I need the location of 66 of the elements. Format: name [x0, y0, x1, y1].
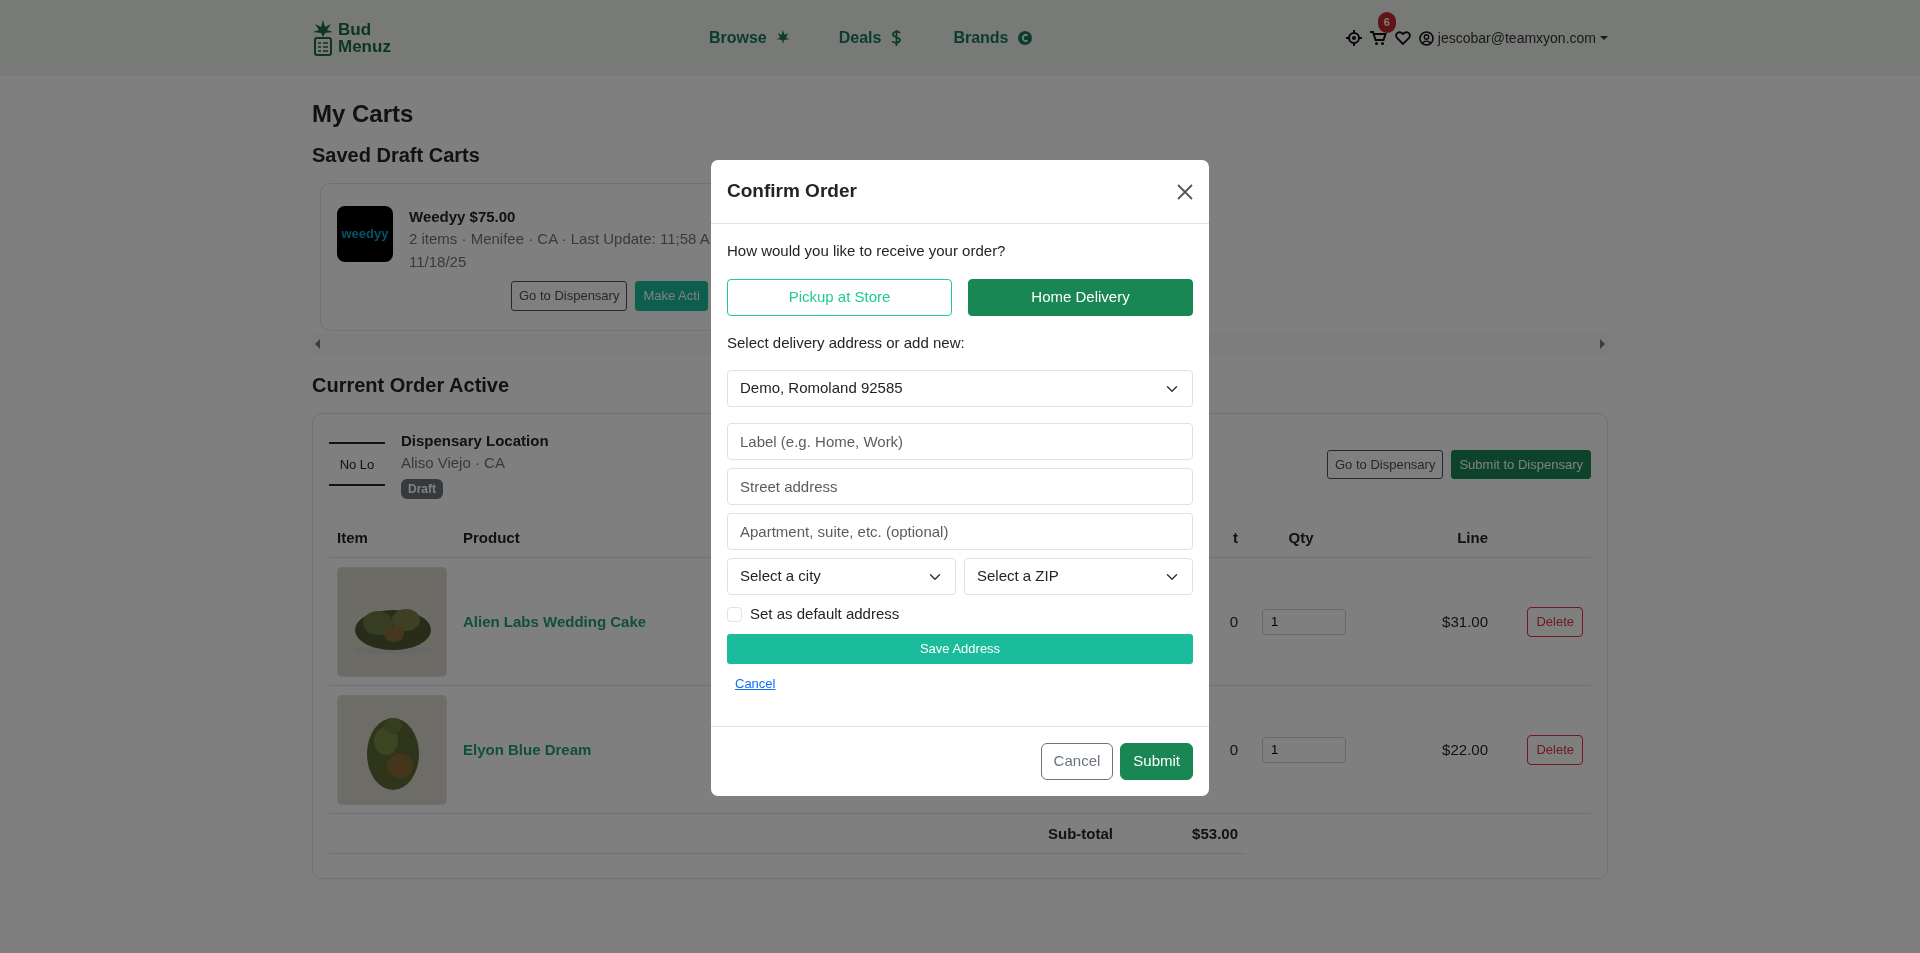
user-icon [1418, 30, 1434, 46]
quantity-field[interactable]: 1 [1262, 736, 1346, 763]
scroll-right-icon[interactable] [1599, 338, 1606, 349]
cart-icon[interactable] [1369, 30, 1387, 46]
delivery-option-button[interactable]: Home Delivery [968, 278, 1193, 316]
input-field[interactable]: Street address [727, 468, 1193, 505]
section-heading: Saved Draft Carts [312, 142, 480, 167]
product-link[interactable]: Alien Labs Wedding Cake [463, 612, 647, 630]
zip-select[interactable]: Select a ZIP [964, 558, 1193, 595]
question-text: How would you like to receive your order? [727, 241, 1007, 261]
line-total: $31.00 [1442, 612, 1488, 630]
user-menu[interactable]: jescobar@teamxyon.com [1418, 27, 1608, 49]
go-to-dispensary-button[interactable]: Go to Dispensary [511, 281, 628, 311]
save-address-button[interactable]: Save Address [727, 633, 1193, 664]
cancel-button[interactable]: Cancel [1040, 743, 1114, 780]
address-select[interactable]: Demo, Romoland 92585 [727, 370, 1193, 407]
default-checkbox[interactable] [727, 606, 742, 622]
location-target-icon[interactable] [1345, 30, 1362, 46]
cart-meta: 2 items · Menifee · CA · Last Update: 11;58 A [409, 229, 710, 250]
column-header: Qty [1288, 528, 1314, 546]
brand-name[interactable]: Menuz [338, 38, 391, 55]
dispensary-name: Dispensary Location [401, 430, 549, 451]
close-icon[interactable] [1177, 183, 1193, 200]
go-to-dispensary-button[interactable]: Go to Dispensary [1327, 449, 1444, 480]
page-title: My Carts [312, 100, 414, 129]
city-select[interactable]: Select a city [727, 558, 956, 595]
nav-link[interactable]: Brands [953, 26, 1033, 50]
column-header: Product [463, 528, 520, 546]
modal-title: Confirm Order [727, 180, 857, 203]
dispensary-location: Aliso Viejo · CA [401, 453, 506, 474]
address-prompt: Select delivery address or add new: [727, 332, 966, 353]
checkbox-label: Set as default address [750, 604, 900, 624]
brand-name[interactable]: Bud [338, 21, 391, 38]
coin-icon [1016, 29, 1033, 47]
brand-logo-icon[interactable] [312, 19, 334, 57]
section-heading: Current Order Active [312, 372, 510, 397]
cart-date: 11/18/25 [409, 251, 468, 272]
store-logo: No Lo [329, 442, 385, 487]
status-badge: Draft [401, 478, 443, 499]
column-header: Item [337, 528, 368, 546]
make-active-button[interactable]: Make Acti [635, 281, 708, 311]
nav-link[interactable]: Deals [838, 26, 906, 50]
scroll-left-icon[interactable] [314, 338, 321, 349]
input-field[interactable]: Apartment, suite, etc. (optional) [727, 513, 1193, 550]
store-logo: weedyy [337, 205, 393, 262]
product-link[interactable]: Elyon Blue Dream [463, 740, 592, 758]
delete-button[interactable]: Delete [1527, 735, 1583, 765]
delete-button[interactable]: Delete [1527, 607, 1583, 637]
table-cell: 0 [1229, 740, 1238, 758]
delivery-option-button[interactable]: Pickup at Store [727, 278, 952, 316]
quantity-field[interactable]: 1 [1262, 608, 1346, 635]
cancel-link[interactable]: Cancel [735, 675, 776, 691]
table-cell: 0 [1229, 612, 1238, 630]
input-field[interactable]: Label (e.g. Home, Work) [727, 423, 1193, 460]
column-header: t [1233, 528, 1238, 546]
heart-icon[interactable] [1394, 30, 1411, 46]
nav-link[interactable]: Browse [708, 26, 791, 50]
column-header: Line [1457, 528, 1488, 546]
submit-to-dispensary-button[interactable]: Submit to Dispensary [1451, 449, 1591, 480]
line-total: $22.00 [1442, 740, 1488, 758]
submit-button[interactable]: Submit [1120, 743, 1193, 780]
cart-title: Weedyy $75.00 [409, 206, 517, 227]
subtotal-label: Sub-total [1048, 824, 1113, 842]
caret-icon [1600, 35, 1608, 41]
subtotal-value: $53.00 [1192, 824, 1238, 842]
cart-count-badge: 6 [1377, 12, 1396, 33]
